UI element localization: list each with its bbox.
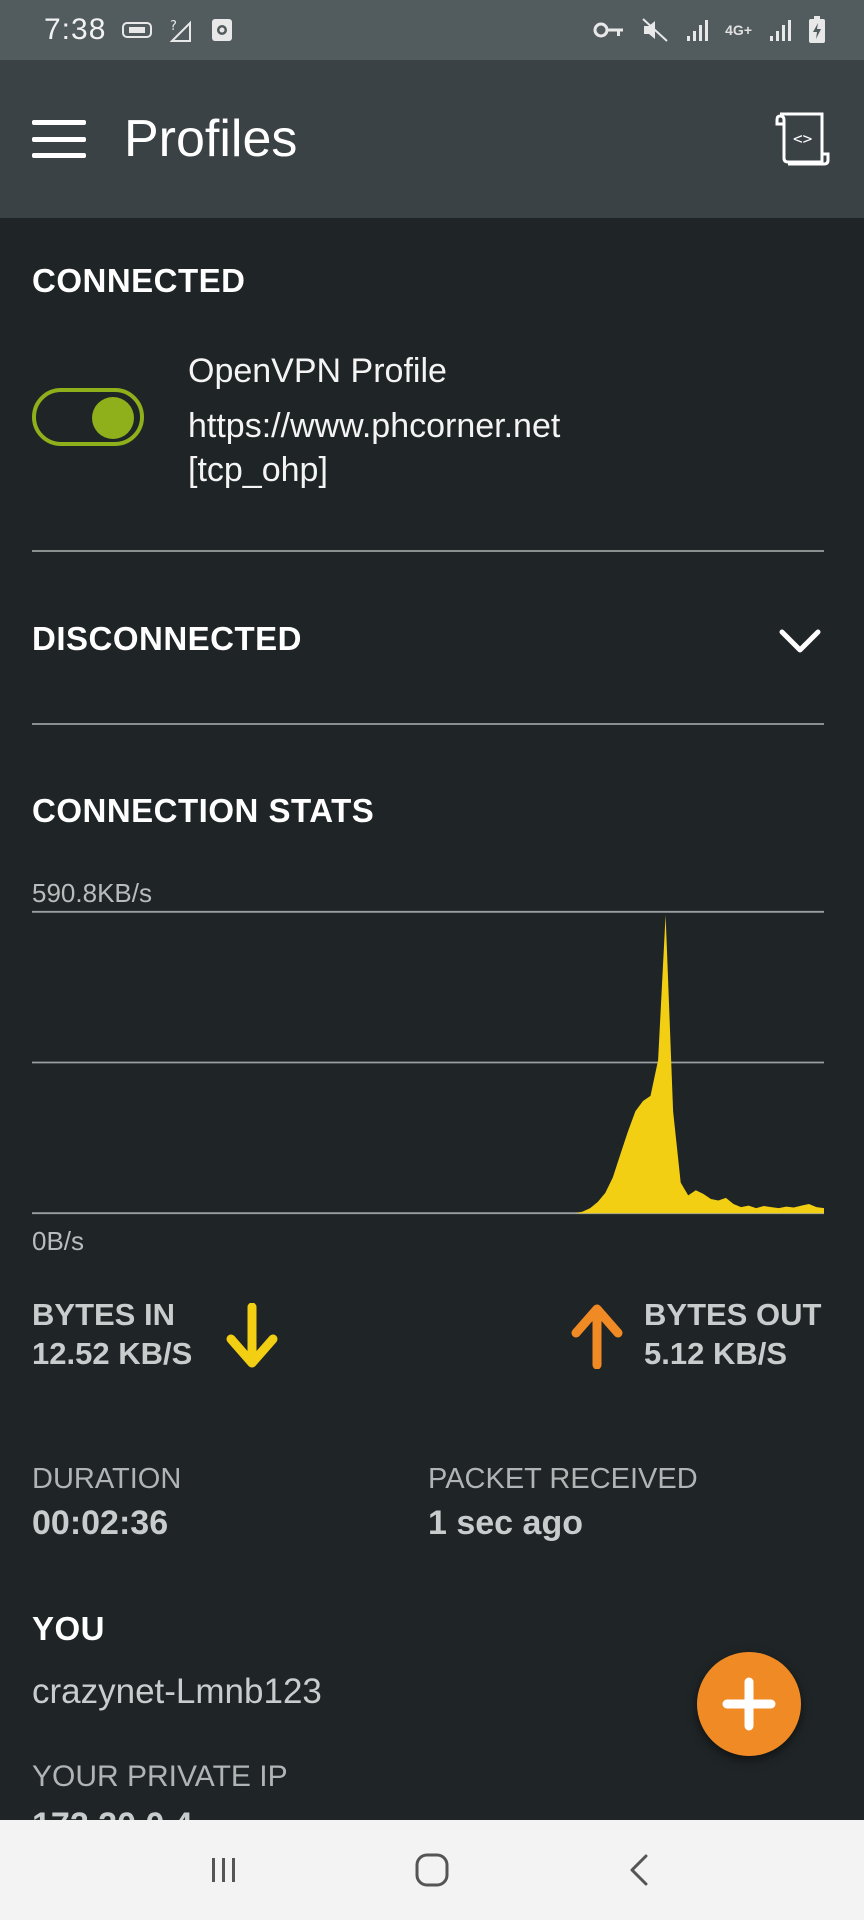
packet-received-value: 1 sec ago <box>428 1504 583 1542</box>
status-bar: 7:38 ? 4G+ <box>0 0 864 60</box>
traffic-chart <box>32 910 824 1215</box>
bytes-out-value: 5.12 KB/S <box>644 1336 788 1371</box>
private-ip-label: YOUR PRIVATE IP <box>32 1760 288 1793</box>
screen-record-icon <box>212 19 233 41</box>
system-nav-bar <box>0 1820 864 1920</box>
packet-received-label: PACKET RECEIVED <box>428 1463 698 1495</box>
signal-icon <box>687 20 709 41</box>
recents-icon[interactable] <box>204 1850 244 1890</box>
menu-icon[interactable] <box>32 120 86 158</box>
private-ip-value: 172.20.0.4 <box>32 1806 193 1820</box>
bytes-out-label: BYTES OUT <box>644 1297 822 1332</box>
plus-icon <box>722 1677 776 1731</box>
battery-charging-icon <box>809 16 825 43</box>
chart-min-label: 0B/s <box>32 1226 85 1256</box>
bytes-in-label: BYTES IN <box>32 1297 175 1332</box>
svg-text:?: ? <box>170 19 177 34</box>
arrow-up-icon <box>571 1304 623 1369</box>
duration-value: 00:02:36 <box>32 1504 169 1542</box>
signal-icon <box>770 20 791 41</box>
connected-heading: CONNECTED <box>32 262 246 299</box>
svg-text:<>: <> <box>793 129 812 148</box>
toggle-knob <box>92 397 134 439</box>
mute-icon <box>642 18 668 42</box>
divider <box>32 550 824 552</box>
home-icon[interactable] <box>412 1850 452 1890</box>
chart-series-area <box>32 914 824 1214</box>
duration-label: DURATION <box>32 1463 182 1495</box>
divider <box>32 723 824 725</box>
bytes-in: BYTES IN 12.52 KB/S <box>32 1295 192 1373</box>
vpn-key-icon <box>593 22 624 38</box>
back-icon[interactable] <box>620 1850 660 1890</box>
connection-stats-heading: CONNECTION STATS <box>32 792 375 829</box>
bytes-out: BYTES OUT 5.12 KB/S <box>644 1295 821 1373</box>
page-title: Profiles <box>124 110 298 168</box>
profile-item[interactable]: OpenVPN Profile https://www.phcorner.net… <box>188 344 560 498</box>
network-type-icon: 4G+ <box>725 22 752 38</box>
app-bar: Profiles <> <box>0 60 864 218</box>
log-file-icon[interactable]: <> <box>774 110 832 168</box>
wifi-question-icon: ? <box>169 19 192 42</box>
card-icon <box>122 22 153 38</box>
chart-max-label: 590.8KB/s <box>32 878 152 908</box>
arrow-down-icon <box>226 1303 278 1368</box>
status-time: 7:38 <box>44 13 107 46</box>
add-profile-button[interactable] <box>697 1652 801 1756</box>
status-bar-left: 7:38 ? <box>44 13 234 47</box>
status-bar-right: 4G+ <box>593 16 826 44</box>
username: crazynet-Lmnb123 <box>32 1672 322 1711</box>
you-heading: YOU <box>32 1610 106 1647</box>
profile-name: OpenVPN Profile <box>188 352 447 390</box>
disconnected-heading[interactable]: DISCONNECTED <box>32 620 302 658</box>
bytes-in-value: 12.52 KB/S <box>32 1336 193 1371</box>
connection-toggle[interactable] <box>32 388 144 446</box>
chevron-down-icon[interactable] <box>776 618 824 666</box>
